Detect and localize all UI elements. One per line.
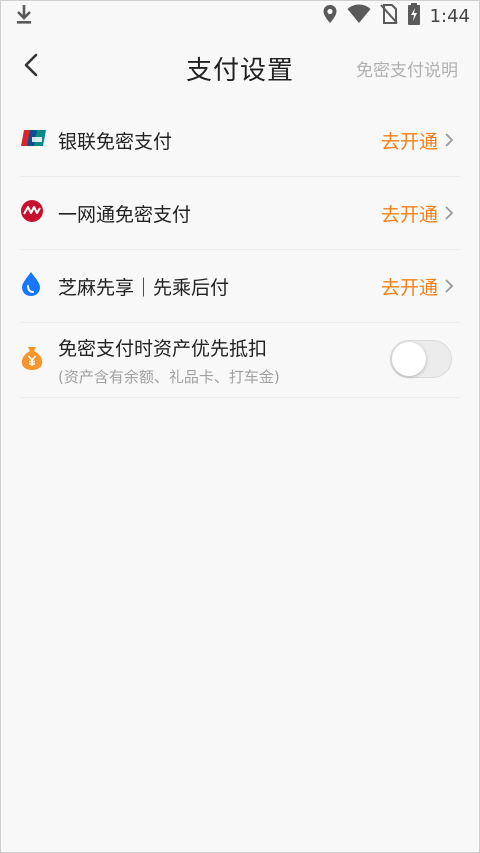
list-item-asset-deduction: 免密支付时资产优先抵扣 (资产含有余额、礼品卡、打车金) (20, 323, 460, 398)
yiwangtong-icon (20, 199, 44, 227)
header: 支付设置 免密支付说明 (0, 40, 480, 96)
chevron-right-icon (444, 205, 454, 221)
status-bar: 1:44 (0, 0, 480, 32)
yiwangtong-label: 一网通免密支付 (58, 203, 192, 226)
unionpay-activate-label: 去开通 (380, 130, 438, 153)
list-item-zhima[interactable]: 芝麻先享｜先乘后付 去开通 (20, 250, 460, 323)
zhima-activate-label: 去开通 (380, 276, 438, 299)
location-icon (322, 4, 338, 28)
chevron-right-icon (444, 132, 454, 148)
asset-deduction-label: 免密支付时资产优先抵扣 (58, 337, 268, 360)
list-item-yiwangtong[interactable]: 一网通免密支付 去开通 (20, 177, 460, 250)
unionpay-label: 银联免密支付 (58, 130, 173, 153)
download-icon (14, 3, 34, 29)
zhima-activate-button[interactable]: 去开通 (381, 250, 454, 322)
list-item-unionpay[interactable]: 银联免密支付 去开通 (20, 104, 460, 177)
chevron-right-icon (444, 278, 454, 294)
toggle-knob (392, 342, 426, 376)
status-time: 1:44 (429, 5, 470, 27)
zhima-label: 芝麻先享｜先乘后付 (58, 276, 230, 299)
yiwangtong-activate-label: 去开通 (380, 203, 438, 226)
money-bag-icon (20, 345, 44, 375)
free-pay-explanation-link[interactable]: 免密支付说明 (356, 56, 458, 81)
wifi-icon (347, 4, 371, 28)
asset-deduction-toggle[interactable] (390, 340, 452, 378)
asset-deduction-subtext: (资产含有余额、礼品卡、打车金) (58, 367, 280, 386)
yiwangtong-activate-button[interactable]: 去开通 (381, 177, 454, 249)
no-sim-icon (379, 4, 398, 28)
zhima-icon (20, 271, 42, 301)
unionpay-activate-button[interactable]: 去开通 (381, 104, 454, 176)
payment-settings-list: 银联免密支付 去开通 一网通免密支付 去开通 芝麻先享｜先乘后付 去开通 免密支… (20, 104, 460, 398)
unionpay-icon (20, 128, 48, 152)
battery-charging-icon (407, 3, 421, 29)
